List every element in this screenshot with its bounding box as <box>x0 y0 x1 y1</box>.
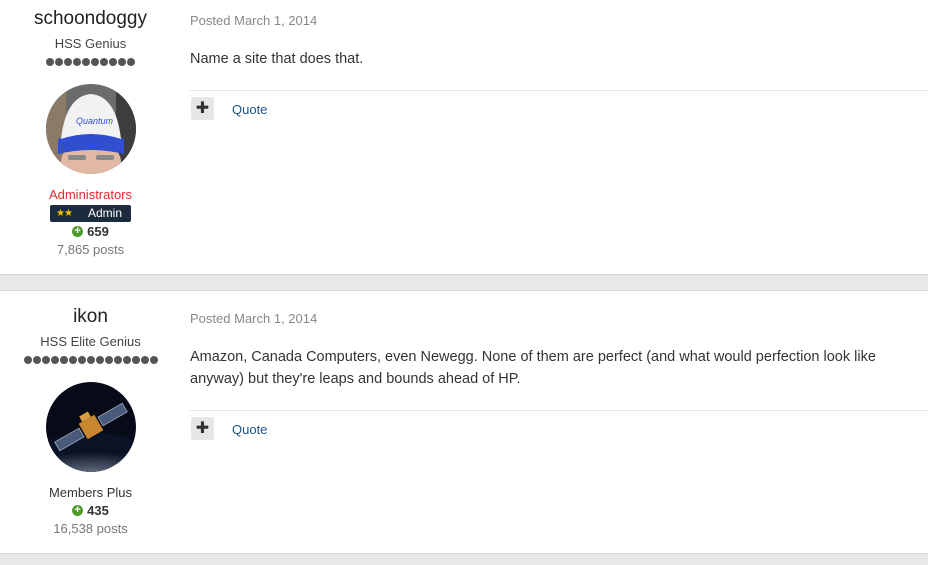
post-content-line: anyway) but they're leaps and bounds ahe… <box>190 371 521 387</box>
star-icon: ★★ <box>56 208 73 219</box>
rank-pips <box>0 356 181 364</box>
rank-pip-icon <box>50 356 59 364</box>
reputation-value: 435 <box>87 503 109 518</box>
quote-button[interactable]: Quote <box>232 102 267 117</box>
post-separator <box>0 553 928 565</box>
author-rank-title: HSS Elite Genius <box>40 334 141 349</box>
reputation[interactable]: + 435 <box>0 503 181 518</box>
post-content: Name a site that does that. <box>190 48 928 70</box>
svg-text:Quantum: Quantum <box>76 116 114 126</box>
rank-pip-icon <box>46 58 54 66</box>
author-post-count: 7,865 posts <box>56 242 125 257</box>
post-schoondoggy: schoondoggy HSS Genius Quantum Administr… <box>0 0 928 274</box>
rank-pip-icon <box>127 58 135 66</box>
author-group[interactable]: Administrators <box>0 187 181 202</box>
author-avatar[interactable] <box>46 382 136 472</box>
post-ikon: ikon HSS Elite Genius Members Plus + 435… <box>0 291 928 553</box>
author-username[interactable]: ikon <box>0 306 181 328</box>
rank-pip-icon <box>104 356 113 364</box>
post-content-line: Amazon, Canada Computers, even Newegg. N… <box>190 349 876 365</box>
avatar-satellite-icon <box>46 382 136 472</box>
posted-label: Posted <box>190 311 231 326</box>
plus-circle-icon: + <box>72 226 84 237</box>
rank-pip-icon <box>86 356 95 364</box>
rank-pip-icon <box>73 58 81 66</box>
author-username[interactable]: schoondoggy <box>0 8 181 30</box>
post-divider <box>190 90 928 91</box>
rank-pip-icon <box>113 356 122 364</box>
post-divider <box>190 410 928 411</box>
rank-pip-icon <box>59 356 68 364</box>
posted-date[interactable]: March 1, 2014 <box>234 311 317 326</box>
post-meta: Posted March 1, 2014 <box>190 13 317 28</box>
plus-circle-icon: + <box>72 505 84 516</box>
author-avatar[interactable]: Quantum <box>46 84 136 174</box>
multiquote-button[interactable]: ✚ <box>191 417 214 440</box>
rank-pip-icon <box>131 356 140 364</box>
rank-pip-icon <box>140 356 149 364</box>
avatar-cap-icon: Quantum <box>46 84 136 174</box>
rank-pip-icon <box>95 356 104 364</box>
rank-pip-icon <box>100 58 108 66</box>
author-rank-title: HSS Genius <box>54 36 127 51</box>
rank-pip-icon <box>68 356 77 364</box>
multiquote-button[interactable]: ✚ <box>191 97 214 120</box>
rank-pip-icon <box>109 58 117 66</box>
post-separator <box>0 274 928 291</box>
rank-pip-icon <box>122 356 131 364</box>
rank-pip-icon <box>91 58 99 66</box>
rank-pip-icon <box>82 58 90 66</box>
admin-badge: ★★ Admin <box>50 205 131 222</box>
badge-label: Admin <box>88 206 123 220</box>
rank-pip-icon <box>118 58 126 66</box>
rank-pip-icon <box>149 356 158 364</box>
rank-pip-icon <box>55 58 63 66</box>
rank-pip-icon <box>64 58 72 66</box>
posted-date[interactable]: March 1, 2014 <box>234 13 317 28</box>
author-group[interactable]: Members Plus <box>0 485 181 500</box>
rank-pips <box>0 58 181 66</box>
posted-label: Posted <box>190 13 231 28</box>
rank-pip-icon <box>41 356 50 364</box>
post-meta: Posted March 1, 2014 <box>190 311 317 326</box>
post-content: Amazon, Canada Computers, even Newegg. N… <box>190 346 928 390</box>
rank-pip-icon <box>77 356 86 364</box>
reputation-value: 659 <box>87 224 109 239</box>
rank-pip-icon <box>32 356 41 364</box>
post-content-line: Name a site that does that. <box>190 51 364 67</box>
reputation[interactable]: + 659 <box>0 224 181 239</box>
author-post-count: 16,538 posts <box>53 521 128 536</box>
rank-pip-icon <box>23 356 32 364</box>
quote-button[interactable]: Quote <box>232 422 267 437</box>
